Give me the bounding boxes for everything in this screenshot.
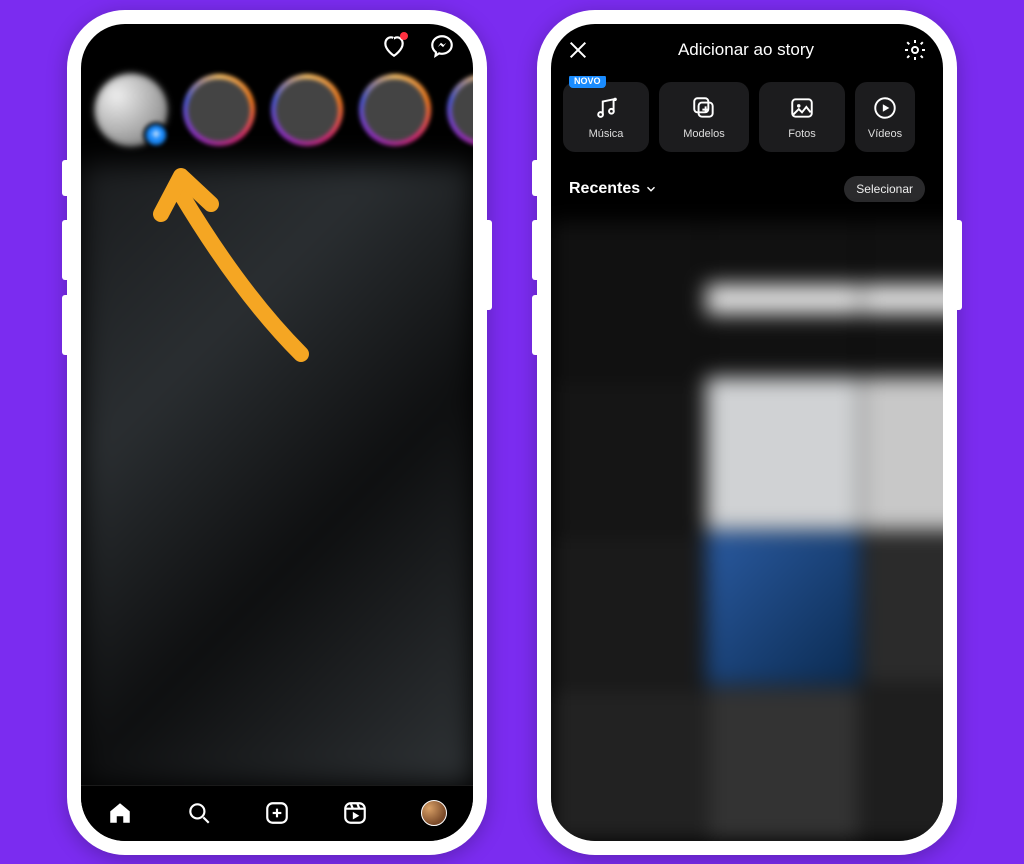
chip-label: Vídeos [868, 128, 902, 140]
chip-label: Música [589, 128, 624, 140]
gallery-thumb[interactable] [706, 377, 859, 530]
chip-photos[interactable]: Fotos [759, 82, 845, 152]
phone-side-button [957, 220, 962, 310]
story-item[interactable] [447, 74, 473, 146]
gallery-thumb[interactable] [551, 222, 704, 375]
new-badge: NOVO [569, 76, 606, 88]
phone-side-button [62, 220, 67, 280]
phone-side-button [532, 295, 537, 355]
gallery-thumb[interactable] [551, 377, 704, 530]
story-item[interactable] [183, 74, 255, 146]
gallery-thumb[interactable] [706, 687, 859, 840]
phone-side-button [487, 220, 492, 310]
home-icon [107, 800, 133, 826]
nav-home[interactable] [106, 799, 134, 827]
search-icon [186, 800, 212, 826]
add-story-button[interactable]: + [143, 122, 169, 148]
nav-create[interactable] [263, 799, 291, 827]
nav-search[interactable] [185, 799, 213, 827]
story-header: Adicionar ao story [551, 24, 943, 76]
chip-videos[interactable]: Vídeos [855, 82, 915, 152]
photo-icon [788, 94, 816, 122]
add-to-story-screen: Adicionar ao story NOVO Música Modelos [551, 24, 943, 841]
phone-frame-left: + [67, 10, 487, 855]
gallery-source-label: Recentes [569, 180, 640, 198]
select-multiple-button[interactable]: Selecionar [844, 176, 925, 202]
feed-header [81, 24, 473, 68]
activity-button[interactable] [381, 33, 407, 59]
gallery-thumb[interactable] [551, 532, 704, 685]
phone-side-button [62, 295, 67, 355]
chip-label: Modelos [683, 128, 725, 140]
messenger-button[interactable] [429, 33, 455, 59]
chip-music[interactable]: NOVO Música [563, 82, 649, 152]
stories-row[interactable]: + [81, 68, 473, 156]
gallery-thumb[interactable] [862, 222, 944, 375]
gallery-thumb[interactable] [862, 687, 944, 840]
page-title: Adicionar ao story [678, 40, 814, 60]
nav-profile[interactable] [420, 799, 448, 827]
plus-square-icon [264, 800, 290, 826]
close-icon [567, 39, 589, 61]
gallery-grid[interactable] [551, 222, 943, 841]
story-item[interactable] [271, 74, 343, 146]
gallery-thumb[interactable] [862, 377, 944, 530]
instagram-feed-screen: + [81, 24, 473, 841]
phone-side-button [532, 160, 537, 196]
your-story[interactable]: + [95, 74, 167, 146]
notification-dot-icon [400, 32, 408, 40]
phone-side-button [532, 220, 537, 280]
plus-icon: + [151, 126, 160, 144]
gallery-header: Recentes Selecionar [551, 166, 943, 212]
gallery-thumb[interactable] [706, 532, 859, 685]
settings-button[interactable] [903, 38, 927, 62]
gallery-thumb[interactable] [706, 222, 859, 375]
phone-side-button [62, 160, 67, 196]
templates-icon [690, 94, 718, 122]
bottom-nav [81, 785, 473, 841]
chip-label: Fotos [788, 128, 816, 140]
video-icon [871, 94, 899, 122]
chevron-down-icon [644, 182, 658, 196]
avatar-icon [421, 800, 447, 826]
close-button[interactable] [567, 39, 589, 61]
gallery-source-dropdown[interactable]: Recentes [569, 180, 658, 198]
reels-icon [342, 800, 368, 826]
nav-reels[interactable] [341, 799, 369, 827]
chip-templates[interactable]: Modelos [659, 82, 749, 152]
messenger-icon [429, 33, 455, 59]
gallery-thumb[interactable] [551, 687, 704, 840]
feed-content-blurred[interactable] [81, 164, 473, 785]
gallery-thumb[interactable] [862, 532, 944, 685]
story-source-chips: NOVO Música Modelos Fotos [551, 76, 943, 166]
gear-icon [903, 38, 927, 62]
phone-frame-right: Adicionar ao story NOVO Música Modelos [537, 10, 957, 855]
music-icon [592, 94, 620, 122]
story-item[interactable] [359, 74, 431, 146]
